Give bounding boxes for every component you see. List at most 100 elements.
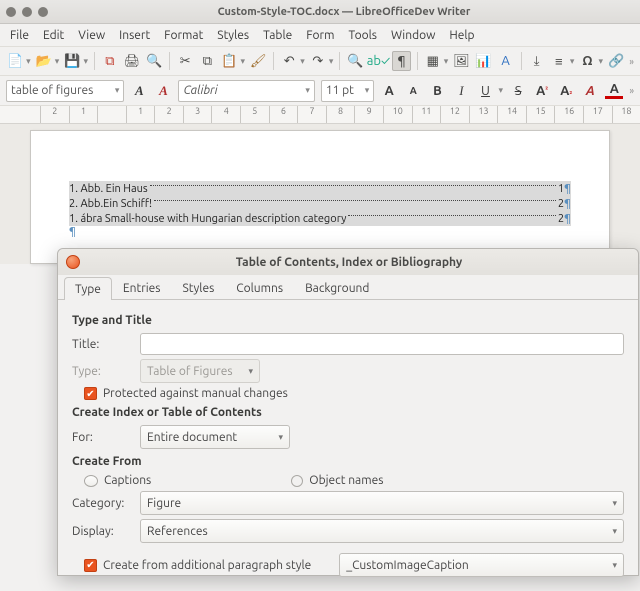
window-min-icon[interactable] [22, 7, 32, 17]
protect-checkbox[interactable]: ✔ Protected against manual changes [84, 387, 288, 400]
new-doc-icon[interactable]: 📄 [6, 51, 24, 71]
menu-format[interactable]: Format [158, 27, 209, 44]
additional-style-checkbox[interactable]: ✔ Create from additional paragraph style [84, 559, 311, 572]
table-icon[interactable]: ▦ [424, 51, 442, 71]
print-icon[interactable]: 🖨 [123, 51, 141, 71]
dialog-titlebar[interactable]: Table of Contents, Index or Bibliography [58, 249, 638, 275]
image-icon[interactable]: 🖼 [452, 51, 470, 71]
strike-button[interactable]: S [509, 81, 527, 101]
toolbar-overflow-icon[interactable]: » [629, 56, 634, 67]
window-titlebar: Custom-Style-TOC.docx — LibreOfficeDev W… [0, 0, 640, 24]
toc-entry-number: 2. [69, 198, 78, 210]
category-select[interactable]: Figure ▾ [140, 491, 624, 515]
tab-columns[interactable]: Columns [225, 276, 294, 299]
additional-style-value: _CustomImageCaption [346, 559, 468, 572]
font-color-icon[interactable]: A [605, 83, 623, 99]
window-max-icon[interactable] [38, 7, 48, 17]
display-select-value: References [147, 525, 208, 538]
spellcheck-icon[interactable]: ab✓ [368, 51, 388, 71]
subscript-icon[interactable]: A₂ [557, 81, 575, 101]
find-icon[interactable]: 🔍 [346, 51, 364, 71]
font-name-combo[interactable]: Calibri ▾ [178, 80, 314, 102]
title-input[interactable] [140, 333, 624, 355]
captions-radio[interactable]: Captions [84, 474, 151, 487]
for-select[interactable]: Entire document ▾ [140, 425, 290, 449]
category-label: Category: [72, 497, 132, 510]
menu-form[interactable]: Form [300, 27, 340, 44]
for-label: For: [72, 431, 132, 444]
chart-icon[interactable]: 📊 [474, 51, 492, 71]
object-names-radio[interactable]: Object names [291, 474, 383, 487]
document-page[interactable]: 1. Abb. Ein Haus 1 ¶ 2. Abb.Ein Schiff! … [30, 130, 610, 264]
menu-table[interactable]: Table [257, 27, 298, 44]
field-icon[interactable]: ≡ [550, 51, 568, 71]
section-type-title: Type and Title [72, 314, 624, 327]
horizontal-ruler[interactable]: 21 123 456 789 101112 131415 161718 [0, 106, 640, 124]
tab-entries[interactable]: Entries [112, 276, 172, 299]
update-style-icon[interactable]: A [130, 81, 148, 101]
paragraph-style-value: table of figures [11, 84, 93, 97]
protect-label: Protected against manual changes [103, 387, 288, 400]
menu-file[interactable]: File [4, 27, 35, 44]
tab-styles[interactable]: Styles [172, 276, 226, 299]
menu-tools[interactable]: Tools [342, 27, 383, 44]
cut-icon[interactable]: ✂ [176, 51, 194, 71]
export-pdf-icon[interactable]: ⧉ [101, 51, 119, 71]
dialog-title: Table of Contents, Index or Bibliography [90, 256, 630, 269]
menu-view[interactable]: View [72, 27, 111, 44]
italic-button[interactable]: I [452, 81, 470, 101]
type-select: Table of Figures ▾ [140, 359, 260, 383]
shrink-font-icon[interactable]: A [404, 81, 422, 101]
dialog-close-icon[interactable] [66, 255, 80, 269]
menu-window[interactable]: Window [385, 27, 441, 44]
toc-entry[interactable]: 2. Abb.Ein Schiff! 2 ¶ [69, 196, 571, 211]
undo-icon[interactable]: ↶ [280, 51, 298, 71]
underline-button[interactable]: U [476, 81, 494, 101]
menu-insert[interactable]: Insert [113, 27, 156, 44]
menu-styles[interactable]: Styles [211, 27, 255, 44]
formatting-marks-icon[interactable]: ¶ [392, 51, 410, 71]
textbox-icon[interactable]: A [497, 51, 515, 71]
bold-button[interactable]: B [428, 81, 446, 101]
clear-format-icon[interactable]: A [581, 81, 599, 101]
superscript-icon[interactable]: A² [533, 81, 551, 101]
tab-background[interactable]: Background [294, 276, 380, 299]
hyperlink-icon[interactable]: 🔗 [607, 51, 625, 71]
paragraph-style-combo[interactable]: table of figures ▾ [6, 80, 124, 102]
copy-icon[interactable]: ⧉ [198, 51, 216, 71]
toc-dialog: Table of Contents, Index or Bibliography… [57, 248, 639, 576]
additional-style-label: Create from additional paragraph style [103, 559, 311, 572]
type-select-value: Table of Figures [147, 365, 233, 378]
toc-entry[interactable]: 1. Abb. Ein Haus 1 ¶ [69, 181, 571, 196]
toc-entry-number: 1. [69, 213, 78, 225]
clone-format-icon[interactable]: 🖌 [249, 51, 267, 71]
fmt-overflow-icon[interactable]: » [629, 85, 634, 96]
formatting-toolbar: table of figures ▾ A A Calibri ▾ 11 pt ▾… [0, 76, 640, 106]
new-style-icon[interactable]: A [154, 81, 172, 101]
display-select[interactable]: References ▾ [140, 519, 624, 543]
checkbox-checked-icon: ✔ [84, 387, 97, 400]
page-break-icon[interactable]: ⤓ [528, 51, 546, 71]
main-toolbar: 📄▾ 📂▾ 💾▾ ⧉ 🖨 🔍 ✂ ⧉ 📋▾ 🖌 ↶▾ ↷▾ 🔍 ab✓ ¶ ▦▾… [0, 46, 640, 76]
font-size-combo[interactable]: 11 pt ▾ [321, 80, 374, 102]
special-char-icon[interactable]: Ω [578, 51, 596, 71]
toc-entry[interactable]: 1. ábra Small-house with Hungarian descr… [69, 211, 571, 226]
window-close-icon[interactable] [6, 7, 16, 17]
menu-help[interactable]: Help [443, 27, 480, 44]
document-area[interactable]: 1. Abb. Ein Haus 1 ¶ 2. Abb.Ein Schiff! … [0, 124, 640, 264]
pilcrow-icon: ¶ [69, 226, 571, 238]
open-icon[interactable]: 📂 [35, 51, 53, 71]
redo-icon[interactable]: ↷ [309, 51, 327, 71]
radio-selected-icon [84, 475, 98, 487]
toc-entry-text: ábra Small-house with Hungarian descript… [80, 213, 346, 225]
paste-icon[interactable]: 📋 [220, 51, 238, 71]
tab-type[interactable]: Type [64, 277, 112, 300]
title-label: Title: [72, 338, 132, 351]
grow-font-icon[interactable]: A [380, 81, 398, 101]
dialog-tabs: Type Entries Styles Columns Background [58, 275, 638, 300]
additional-style-select[interactable]: _CustomImageCaption ▾ [339, 553, 624, 577]
print-preview-icon[interactable]: 🔍 [145, 51, 163, 71]
menu-edit[interactable]: Edit [37, 27, 70, 44]
save-icon[interactable]: 💾 [63, 51, 81, 71]
radio-unselected-icon [291, 475, 303, 487]
